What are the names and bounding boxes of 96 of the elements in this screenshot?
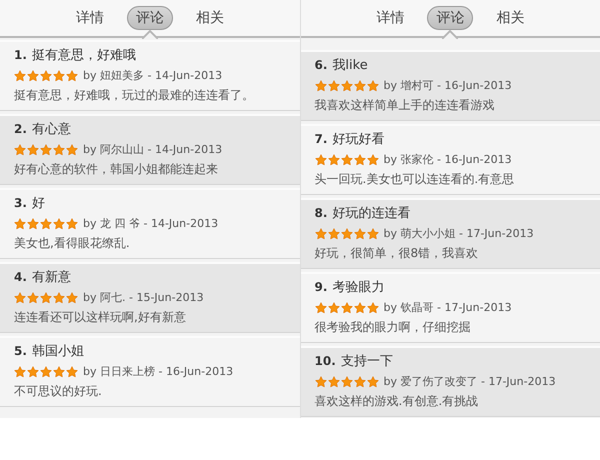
star-icon: [53, 292, 65, 304]
star-icon: [53, 144, 65, 156]
review-text: 喜欢这样的游戏.有创意.有挑战: [314, 393, 480, 410]
review-text: 我喜欢这样简单上手的连连看游戏: [314, 97, 496, 114]
review-text: 很考验我的眼力啊，仔细挖掘: [314, 319, 472, 336]
review-text: 不可思议的好玩.: [14, 383, 103, 400]
tab[interactable]: 详情: [66, 6, 113, 30]
star-icon: [340, 302, 352, 314]
review-number: 7.: [314, 132, 328, 146]
star-icon: [40, 366, 52, 378]
review-byline: by 阿尔山山 - 14-Jun-2013: [83, 142, 222, 157]
star-icon: [366, 80, 378, 92]
tab[interactable]: 详情: [367, 6, 414, 30]
star-icon: [340, 154, 352, 166]
star-icon: [354, 376, 366, 388]
star-icon: [53, 218, 65, 230]
review-text: 挺有意思，好难哦，玩过的最难的连连看了。: [14, 87, 255, 104]
star-icon: [66, 366, 78, 378]
review-title: 我like: [332, 57, 368, 74]
star-icon: [66, 70, 78, 82]
star-icon: [314, 80, 326, 92]
review-byline: by 增村可 - 16-Jun-2013: [384, 78, 512, 93]
star-icon: [40, 292, 52, 304]
review-title: 好玩的连连看: [332, 205, 410, 222]
star-icon: [27, 366, 39, 378]
review-byline: by 钦晶哥 - 17-Jun-2013: [384, 300, 512, 315]
star-icon: [14, 70, 26, 82]
star-icon: [328, 154, 340, 166]
star-icon: [53, 366, 65, 378]
star-icon: [354, 302, 366, 314]
review-title: 挺有意思，好难哦: [32, 47, 136, 64]
star-icon: [366, 376, 378, 388]
review-title: 有新意: [32, 269, 71, 286]
star-icon: [328, 228, 340, 240]
star-icon: [66, 144, 78, 156]
star-icon: [14, 218, 26, 230]
tab[interactable]: 相关: [186, 6, 233, 30]
star-icon: [314, 154, 326, 166]
star-icon: [27, 292, 39, 304]
tab[interactable]: 相关: [487, 6, 534, 30]
star-icon: [354, 154, 366, 166]
review-number: 8.: [314, 206, 328, 220]
review-number: 10.: [314, 354, 336, 368]
review-byline: by 妞妞美多 - 14-Jun-2013: [83, 68, 222, 83]
star-icon: [14, 144, 26, 156]
star-icon: [40, 70, 52, 82]
review-byline: by 张家伦 - 16-Jun-2013: [384, 152, 512, 167]
review-byline: by 爱了伤了改变了 - 17-Jun-2013: [384, 374, 556, 389]
review-text: 连连看还可以这样玩啊,好有新意: [14, 309, 187, 326]
star-icon: [53, 70, 65, 82]
review-title: 考验眼力: [332, 279, 384, 296]
star-icon: [366, 302, 378, 314]
star-icon: [366, 228, 378, 240]
star-icon: [354, 228, 366, 240]
review-number: 9.: [314, 280, 328, 294]
star-icon: [66, 218, 78, 230]
review-number: 3.: [14, 196, 27, 210]
review-title: 韩国小姐: [32, 343, 84, 360]
star-icon: [14, 366, 26, 378]
star-icon: [66, 292, 78, 304]
review-byline: by 日日来上榜 - 16-Jun-2013: [83, 364, 234, 379]
review-number: 2.: [14, 122, 27, 136]
review-number: 1.: [14, 48, 27, 62]
review-byline: by 龙 四 爷 - 14-Jun-2013: [83, 216, 218, 231]
star-icon: [340, 376, 352, 388]
star-icon: [40, 144, 52, 156]
star-icon: [14, 292, 26, 304]
star-icon: [328, 80, 340, 92]
review-byline: by 阿七. - 15-Jun-2013: [83, 290, 204, 305]
tab[interactable]: 评论: [126, 6, 173, 30]
star-icon: [27, 70, 39, 82]
review-byline: by 萌大小小姐 - 17-Jun-2013: [384, 226, 534, 241]
star-icon: [354, 80, 366, 92]
review-number: 5.: [14, 344, 27, 358]
review-title: 好玩好看: [332, 131, 384, 148]
star-icon: [328, 376, 340, 388]
review-text: 美女也,看得眼花缭乱.: [14, 235, 131, 252]
star-icon: [314, 228, 326, 240]
review-title: 有心意: [32, 121, 71, 138]
review-number: 4.: [14, 270, 27, 284]
review-text: 头一回玩.美女也可以连连看的.有意思: [314, 171, 516, 188]
tab[interactable]: 评论: [427, 6, 474, 30]
review-title: 支持一下: [340, 353, 393, 370]
star-icon: [340, 80, 352, 92]
star-icon: [314, 302, 326, 314]
star-icon: [340, 228, 352, 240]
star-icon: [314, 376, 326, 388]
review-text: 好有心意的软件，韩国小姐都能连起来: [14, 161, 219, 178]
review-text: 好玩，很简单，很8错，我喜欢: [314, 245, 480, 262]
star-icon: [366, 154, 378, 166]
star-icon: [27, 218, 39, 230]
review-number: 6.: [314, 58, 328, 72]
star-icon: [27, 144, 39, 156]
star-icon: [328, 302, 340, 314]
star-icon: [40, 218, 52, 230]
review-title: 好: [32, 195, 45, 212]
